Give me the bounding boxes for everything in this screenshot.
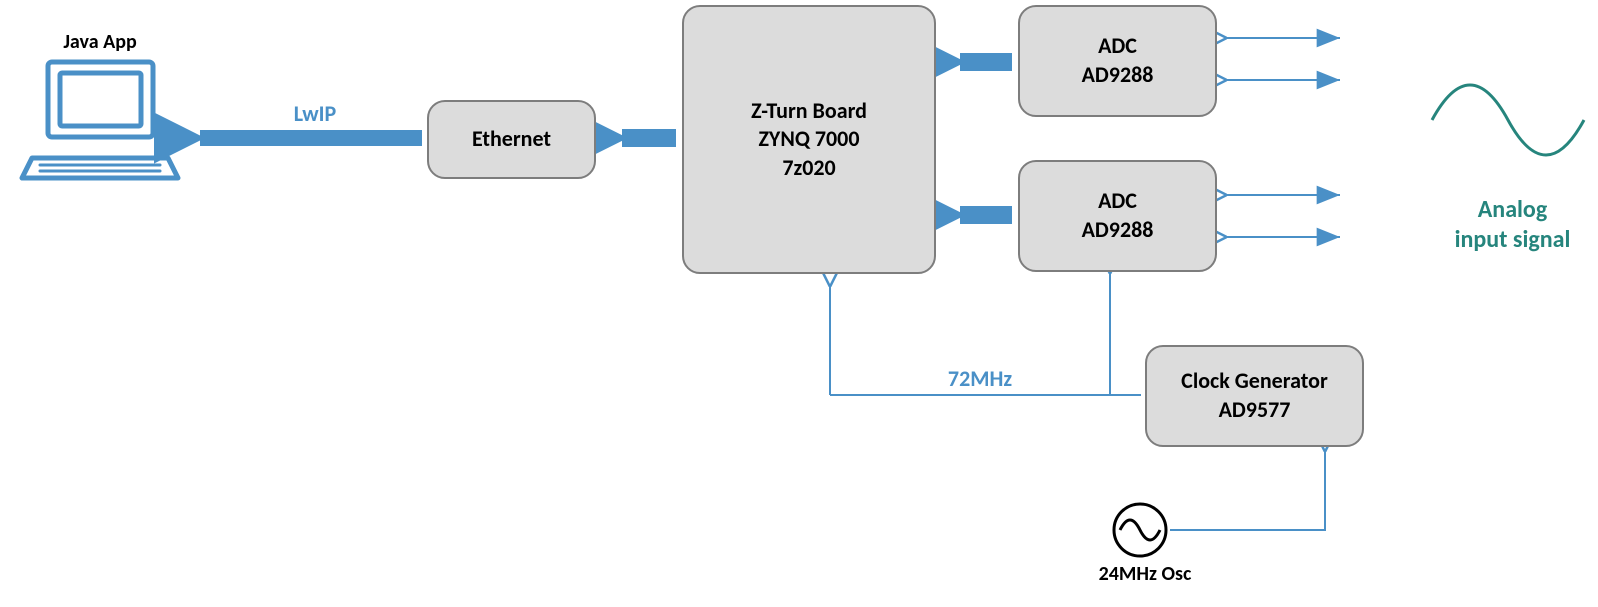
adc-bot-l1: ADC [1098, 187, 1137, 216]
analog-l1: Analog [1478, 195, 1547, 224]
clk-72-label: 72MHz [935, 365, 1025, 392]
zturn-l2: ZYNQ 7000 [759, 125, 860, 154]
adc-top-box: ADC AD9288 [1018, 5, 1217, 117]
lwip-label: LwIP [275, 100, 355, 127]
osc-24-label: 24MHz Osc [1085, 562, 1205, 586]
adc-top-l1: ADC [1098, 32, 1137, 61]
adc-bot-box: ADC AD9288 [1018, 160, 1217, 272]
laptop-icon [22, 62, 178, 178]
zturn-l1: Z-Turn Board [751, 97, 867, 126]
ethernet-box: Ethernet [427, 100, 596, 179]
adc-bot-l2: AD9288 [1082, 216, 1154, 245]
adc-top-l2: AD9288 [1082, 61, 1154, 90]
osc-to-clkgen [1170, 450, 1325, 530]
clkgen-l2: AD9577 [1219, 396, 1291, 425]
zturn-l3: 7z020 [782, 154, 835, 183]
clkgen-box: Clock Generator AD9577 [1145, 345, 1364, 447]
oscillator-icon [1114, 504, 1166, 556]
analog-l2: input signal [1455, 225, 1571, 254]
java-app-label: Java App [50, 30, 150, 54]
ethernet-text: Ethernet [472, 125, 551, 154]
sine-wave-icon [1432, 85, 1584, 155]
zturn-box: Z-Turn Board ZYNQ 7000 7z020 [682, 5, 936, 274]
clkgen-l1: Clock Generator [1181, 367, 1328, 396]
analog-label: Analog input signal [1430, 195, 1595, 255]
